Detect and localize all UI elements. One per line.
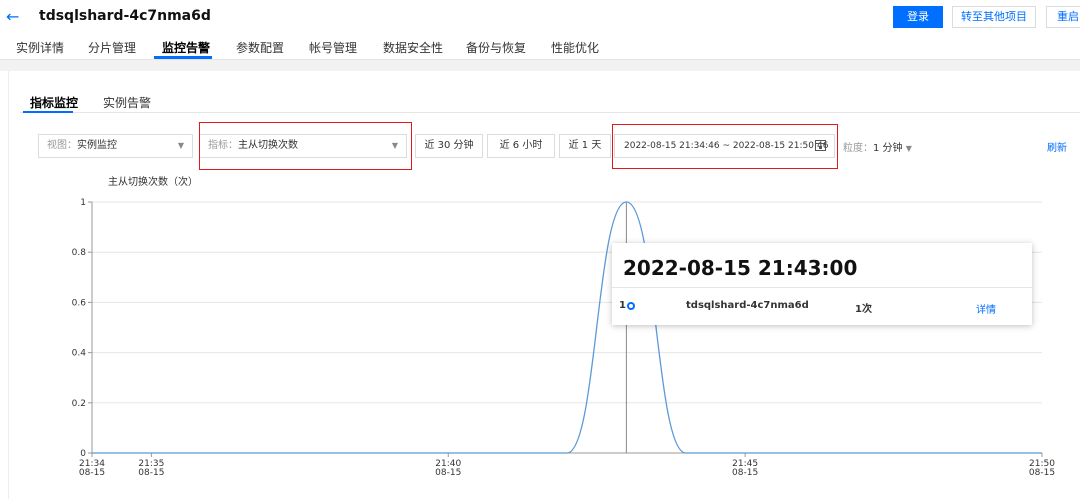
goto-project-button[interactable]: 转至其他项目 — [952, 6, 1036, 28]
tab-performance[interactable]: 性能优化 — [551, 39, 599, 56]
view-label: 视图： — [47, 140, 77, 151]
metric-value: 主从切换次数 — [238, 140, 298, 151]
tab-monitoring-alarm[interactable]: 监控告警 — [162, 39, 210, 56]
tooltip-detail-link[interactable]: 详情 — [976, 301, 996, 316]
view-select[interactable]: 视图：实例监控 ▼ — [38, 134, 193, 158]
login-button[interactable]: 登录 — [893, 6, 943, 28]
active-tab-indicator — [154, 56, 212, 59]
metric-select[interactable]: 指标：主从切换次数 ▼ — [199, 134, 407, 158]
chart-title: 主从切换次数（次） — [108, 177, 198, 188]
top-bar: ← tdsqlshard-4c7nma6d 登录 转至其他项目 重启 — [0, 0, 1080, 36]
sub-tabs: 指标监控 实例告警 — [20, 93, 1080, 113]
subtab-metric-monitoring[interactable]: 指标监控 — [30, 94, 78, 111]
tab-parameter-config[interactable]: 参数配置 — [236, 39, 284, 56]
tab-shard-management[interactable]: 分片管理 — [88, 39, 136, 56]
date-range-picker[interactable]: 2022-08-15 21:34:46 ~ 2022-08-15 21:50:4… — [614, 134, 835, 158]
caret-down-icon: ▼ — [391, 141, 398, 150]
caret-down-icon: ▼ — [177, 141, 184, 150]
chart-tooltip: 2022-08-15 21:43:00 1 tdsqlshard-4c7nma6… — [612, 243, 1032, 325]
tab-instance-details[interactable]: 实例详情 — [16, 39, 64, 56]
content-separator — [0, 60, 1080, 71]
metric-label: 指标： — [208, 140, 238, 151]
range-6h-button[interactable]: 近 6 小时 — [487, 134, 555, 158]
refresh-link[interactable]: 刷新 — [1047, 139, 1067, 154]
view-value: 实例监控 — [77, 140, 117, 151]
granularity-value: 1 分钟 — [873, 143, 903, 154]
tab-data-security[interactable]: 数据安全性 — [383, 39, 443, 56]
calendar-icon — [815, 140, 826, 151]
arrow-left-icon[interactable]: ← — [6, 7, 24, 27]
range-30m-button[interactable]: 近 30 分钟 — [415, 134, 483, 158]
tab-backup-restore[interactable]: 备份与恢复 — [466, 39, 526, 56]
granularity-select[interactable]: 粒度：1 分钟 ▼ — [843, 139, 912, 154]
tooltip-index: 1 — [619, 300, 626, 311]
series-dot-icon — [627, 302, 635, 310]
restart-button[interactable]: 重启 — [1046, 6, 1080, 28]
date-range-value: 2022-08-15 21:34:46 ~ 2022-08-15 21:50:4… — [624, 141, 829, 151]
granularity-label: 粒度： — [843, 143, 873, 154]
tooltip-divider — [612, 287, 1032, 288]
tab-account-management[interactable]: 帐号管理 — [309, 39, 357, 56]
range-1d-button[interactable]: 近 1 天 — [559, 134, 611, 158]
subtab-instance-alarm[interactable]: 实例告警 — [103, 94, 151, 111]
caret-down-icon: ▼ — [905, 144, 912, 153]
tooltip-time: 2022-08-15 21:43:00 — [623, 256, 858, 280]
instance-title: tdsqlshard-4c7nma6d — [39, 8, 211, 24]
tooltip-value: 1次 — [855, 304, 872, 315]
active-subtab-indicator — [23, 111, 73, 113]
tooltip-instance: tdsqlshard-4c7nma6d — [686, 300, 809, 311]
